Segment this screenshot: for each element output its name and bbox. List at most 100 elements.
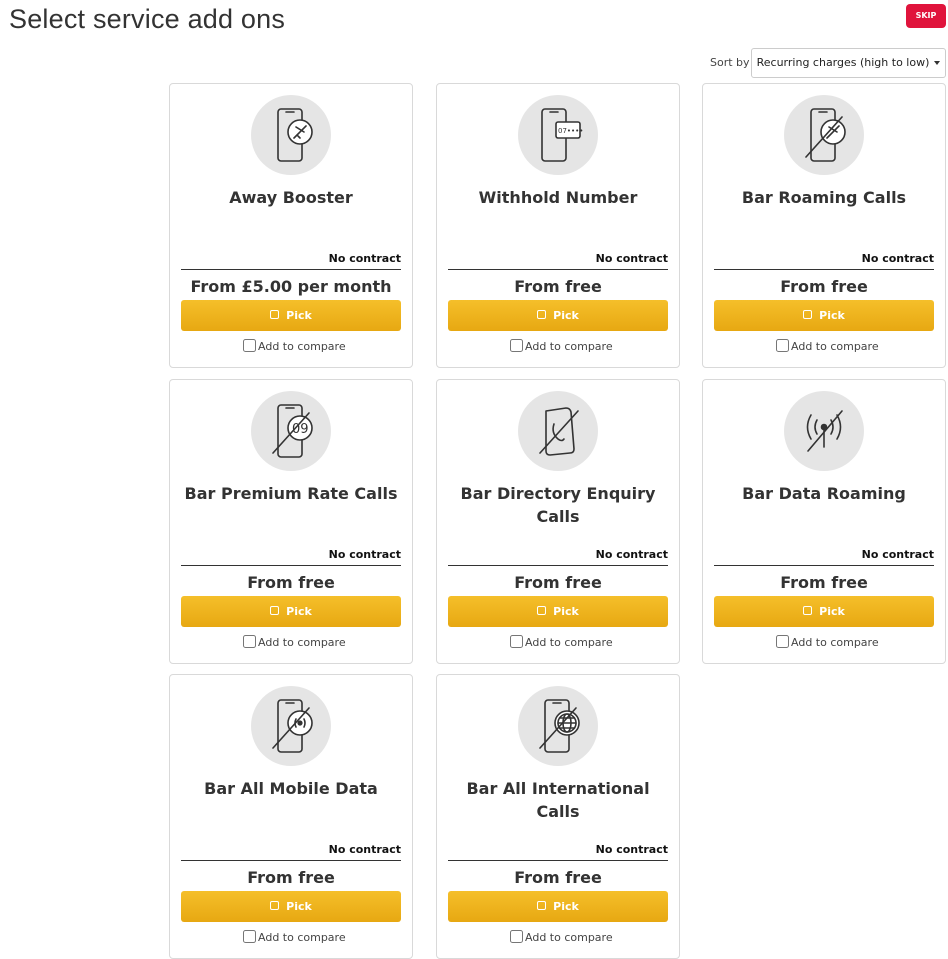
divider [448, 269, 668, 270]
divider [448, 565, 668, 566]
pick-button[interactable]: Pick [181, 300, 401, 331]
compare-checkbox[interactable] [776, 635, 789, 648]
contract-label: No contract [328, 252, 401, 265]
pick-button[interactable]: Pick [181, 891, 401, 922]
skip-button[interactable]: SKIP [906, 4, 946, 28]
card-title: Bar All Mobile Data [204, 779, 378, 798]
directory-barred-icon [518, 391, 598, 471]
pick-button[interactable]: Pick [448, 300, 668, 331]
svg-text:07••••: 07•••• [558, 127, 583, 135]
compare-label: Add to compare [258, 931, 346, 944]
divider [448, 860, 668, 861]
card-title: Bar Directory Enquiry Calls [460, 484, 656, 526]
compare-label: Add to compare [258, 340, 346, 353]
divider [181, 860, 401, 861]
add-to-compare[interactable]: Add to compare [510, 930, 613, 944]
price-label: From free [514, 868, 602, 887]
compare-checkbox[interactable] [243, 339, 256, 352]
add-to-compare[interactable]: Add to compare [243, 635, 346, 649]
pick-label: Pick [286, 605, 312, 618]
pick-button[interactable]: Pick [714, 596, 934, 627]
add-to-compare[interactable]: Add to compare [776, 635, 879, 649]
compare-label: Add to compare [525, 636, 613, 649]
checkbox-icon [270, 310, 280, 319]
caret-down-icon [934, 61, 941, 65]
card-title: Bar Roaming Calls [741, 188, 907, 207]
contract-label: No contract [595, 548, 668, 561]
price-label: From free [514, 573, 602, 592]
pick-button[interactable]: Pick [181, 596, 401, 627]
addon-card-withhold-number: 07•••• Withhold Number No contract From … [436, 83, 680, 368]
add-to-compare[interactable]: Add to compare [510, 635, 613, 649]
addon-card-bar-directory-enquiry-calls: Bar Directory Enquiry Calls No contract … [436, 379, 680, 664]
add-to-compare[interactable]: Add to compare [510, 339, 613, 353]
price-label: From £5.00 per month [190, 277, 392, 296]
pick-button[interactable]: Pick [448, 596, 668, 627]
compare-checkbox[interactable] [510, 339, 523, 352]
pick-button[interactable]: Pick [714, 300, 934, 331]
price-label: From free [780, 277, 868, 296]
addon-card-bar-all-international-calls: Bar All International Calls No contract … [436, 674, 680, 959]
checkbox-icon [803, 606, 813, 615]
checkbox-icon [537, 310, 547, 319]
contract-label: No contract [328, 548, 401, 561]
card-title: Withhold Number [478, 188, 638, 207]
card-title: Away Booster [229, 188, 353, 207]
addon-card-bar-roaming-calls: Bar Roaming Calls No contract From free … [702, 83, 946, 368]
compare-label: Add to compare [791, 340, 879, 353]
page-title: Select service add ons [9, 4, 286, 34]
phone-no-international-icon [518, 686, 598, 766]
checkbox-icon [537, 606, 547, 615]
pick-label: Pick [553, 605, 579, 618]
add-to-compare[interactable]: Add to compare [776, 339, 879, 353]
phone-plane-icon [251, 95, 331, 175]
phone-no-roaming-icon [784, 95, 864, 175]
checkbox-icon [537, 901, 547, 910]
signal-barred-icon [784, 391, 864, 471]
pick-label: Pick [286, 309, 312, 322]
add-to-compare[interactable]: Add to compare [243, 930, 346, 944]
compare-checkbox[interactable] [776, 339, 789, 352]
compare-checkbox[interactable] [243, 635, 256, 648]
contract-label: No contract [861, 252, 934, 265]
pick-label: Pick [286, 900, 312, 913]
compare-checkbox[interactable] [510, 930, 523, 943]
contract-label: No contract [861, 548, 934, 561]
card-title: Bar Premium Rate Calls [184, 484, 398, 503]
price-label: From free [780, 573, 868, 592]
add-to-compare[interactable]: Add to compare [243, 339, 346, 353]
checkbox-icon [270, 901, 280, 910]
card-title: Bar All International Calls [466, 779, 650, 821]
checkbox-icon [270, 606, 280, 615]
pick-label: Pick [819, 605, 845, 618]
card-title: Bar Data Roaming [742, 484, 906, 503]
compare-checkbox[interactable] [510, 635, 523, 648]
compare-checkbox[interactable] [243, 930, 256, 943]
pick-label: Pick [553, 309, 579, 322]
price-label: From free [514, 277, 602, 296]
divider [714, 269, 934, 270]
price-label: From free [247, 868, 335, 887]
compare-label: Add to compare [525, 340, 613, 353]
divider [714, 565, 934, 566]
compare-label: Add to compare [791, 636, 879, 649]
pick-label: Pick [553, 900, 579, 913]
compare-label: Add to compare [258, 636, 346, 649]
pick-button[interactable]: Pick [448, 891, 668, 922]
compare-label: Add to compare [525, 931, 613, 944]
divider [181, 269, 401, 270]
contract-label: No contract [328, 843, 401, 856]
pick-label: Pick [819, 309, 845, 322]
phone-no-data-icon [251, 686, 331, 766]
addon-card-bar-premium-rate-calls: 09 Bar Premium Rate Calls No contract Fr… [169, 379, 413, 664]
addon-card-bar-data-roaming: Bar Data Roaming No contract From free P… [702, 379, 946, 664]
addon-card-away-booster: Away Booster No contract From £5.00 per … [169, 83, 413, 368]
addon-card-bar-all-mobile-data: Bar All Mobile Data No contract From fre… [169, 674, 413, 959]
phone-no-premium-icon: 09 [251, 391, 331, 471]
contract-label: No contract [595, 843, 668, 856]
checkbox-icon [803, 310, 813, 319]
contract-label: No contract [595, 252, 668, 265]
price-label: From free [247, 573, 335, 592]
sort-dropdown[interactable]: Recurring charges (high to low) [751, 48, 946, 78]
sort-label: Sort by [710, 56, 750, 69]
